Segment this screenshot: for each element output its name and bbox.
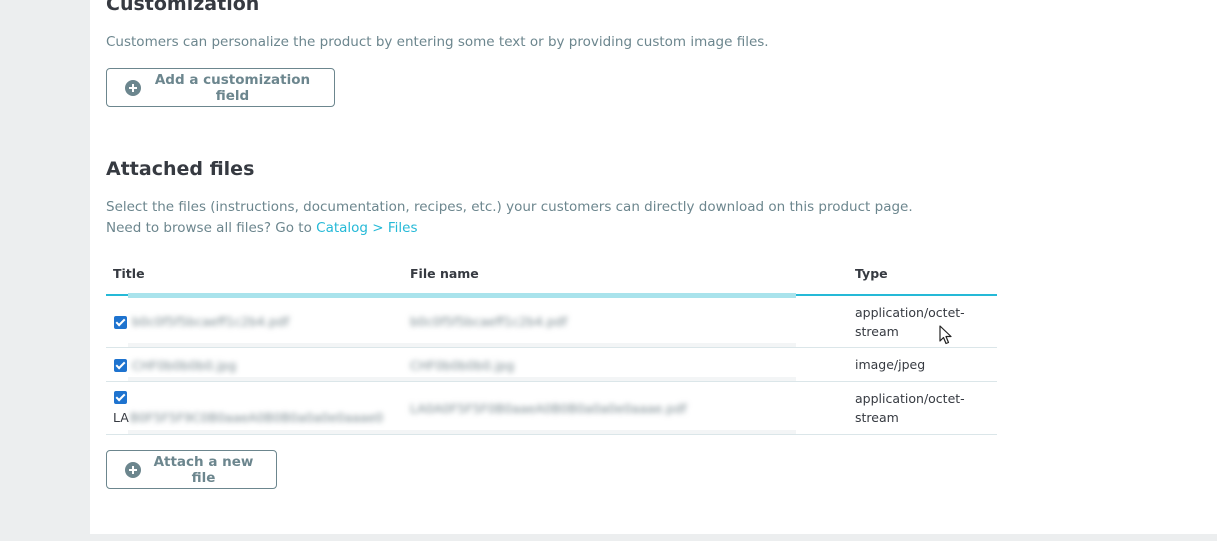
attached-files-title: Attached files bbox=[106, 158, 255, 180]
column-header-title: Title bbox=[113, 266, 145, 281]
row-type: application/octet-stream bbox=[855, 391, 965, 425]
column-header-file-name: File name bbox=[410, 266, 479, 281]
row-separator-fade bbox=[128, 430, 796, 434]
checkbox-checked-icon[interactable] bbox=[114, 391, 127, 404]
attached-files-description: Select the files (instructions, document… bbox=[106, 199, 913, 215]
checkbox-checked-icon[interactable] bbox=[114, 359, 127, 372]
catalog-files-link[interactable]: Catalog > Files bbox=[316, 220, 417, 236]
table-row: b0c0f5f5bcaeff1c2b4.pdf b0c0f5f5bcaeff1c… bbox=[106, 296, 997, 348]
row-title: B0F5F5F9C0B0aaeA0B0B0a0a0e0aaae0 bbox=[130, 410, 384, 425]
row-title: b0c0f5f5bcaeff1c2b4.pdf bbox=[132, 314, 290, 329]
customization-title: Customization bbox=[106, 0, 260, 15]
row-file-name: b0c0f5f5bcaeff1c2b4.pdf bbox=[410, 314, 568, 329]
row-separator-fade bbox=[128, 343, 796, 347]
browse-hint-prefix: Need to browse all files? Go to bbox=[106, 220, 317, 236]
plus-circle-icon bbox=[125, 461, 141, 478]
table-row: CHF0b0b0b0.jpg CHF0b0b0b0.jpg image/jpeg bbox=[106, 348, 997, 382]
column-header-type: Type bbox=[855, 266, 888, 281]
add-customization-field-button[interactable]: Add a customization field bbox=[106, 68, 335, 107]
checkbox-checked-icon[interactable] bbox=[114, 316, 127, 329]
attached-files-browse-hint: Need to browse all files? Go to Catalog … bbox=[106, 220, 418, 236]
customization-description: Customers can personalize the product by… bbox=[106, 34, 769, 50]
plus-circle-icon bbox=[125, 79, 141, 96]
attach-new-file-button[interactable]: Attach a new file bbox=[106, 450, 277, 489]
attach-new-file-label: Attach a new file bbox=[153, 453, 254, 486]
bottom-gutter bbox=[0, 534, 1217, 541]
row-type: application/octet-stream bbox=[855, 305, 965, 339]
page-frame: Customization Customers can personalize … bbox=[0, 0, 1217, 541]
row-type: image/jpeg bbox=[855, 357, 926, 372]
table-row: LA B0F5F5F9C0B0aaeA0B0B0a0a0e0aaae0 LA0A… bbox=[106, 382, 997, 435]
row-file-name: CHF0b0b0b0.jpg bbox=[410, 358, 515, 373]
add-customization-field-label: Add a customization field bbox=[154, 71, 311, 104]
left-gutter bbox=[0, 0, 90, 541]
mouse-cursor-icon bbox=[939, 325, 952, 345]
row-file-name: LA0A0F5F5F0B0aaeA0B0B0a0a0e0aaae.pdf bbox=[410, 401, 687, 416]
row-separator-fade bbox=[128, 377, 796, 381]
row-title-prefix: LA bbox=[113, 410, 129, 425]
row-title: CHF0b0b0b0.jpg bbox=[132, 358, 237, 373]
